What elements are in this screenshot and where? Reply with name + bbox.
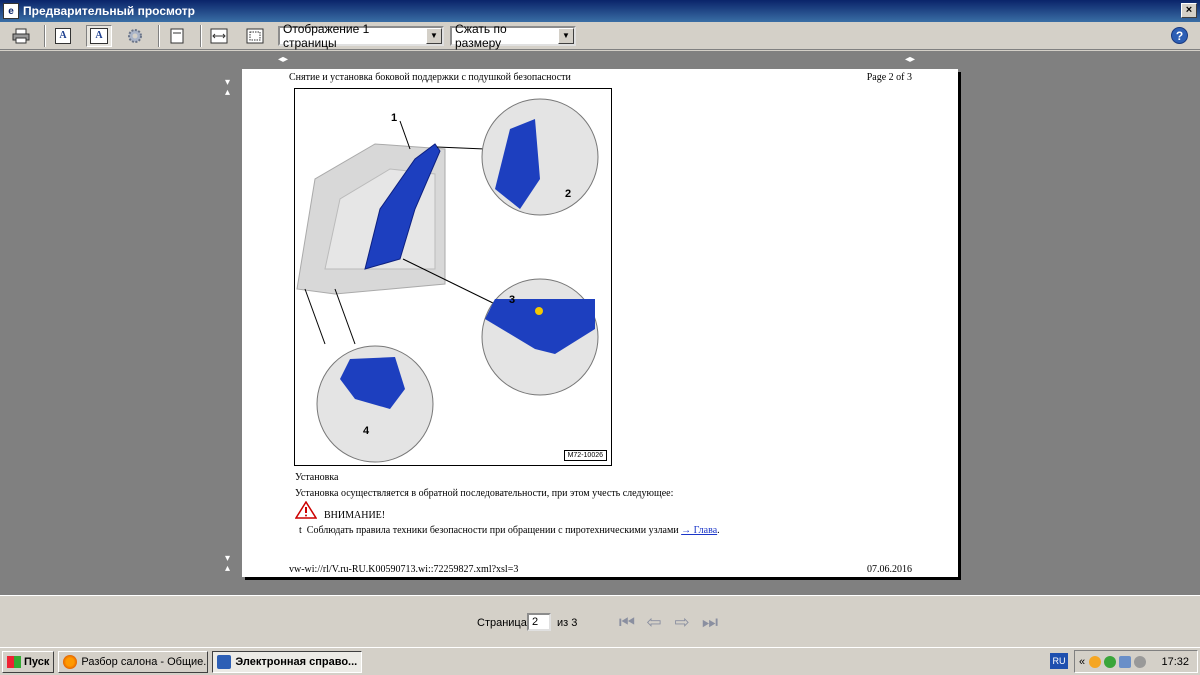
- start-button[interactable]: Пуск: [2, 650, 55, 673]
- gear-icon: [128, 28, 142, 43]
- window-title: Предварительный просмотр: [23, 4, 195, 18]
- page-header-title: Снятие и установка боковой поддержки с п…: [289, 72, 571, 83]
- task-label: Разбор салона - Общие...: [81, 655, 209, 668]
- preview-page: Снятие и установка боковой поддержки с п…: [242, 69, 958, 577]
- start-label: Пуск: [24, 655, 50, 668]
- settings-button[interactable]: [122, 25, 148, 47]
- security-icon[interactable]: [1089, 655, 1102, 668]
- close-button[interactable]: ×: [1181, 3, 1197, 18]
- fit-width-button[interactable]: [206, 25, 232, 47]
- callout-2: 2: [565, 188, 571, 200]
- bottom-margin-handle[interactable]: ▾ ▴: [225, 554, 230, 574]
- warning-icon: [295, 501, 317, 519]
- title-bar: e Предварительный просмотр ×: [0, 0, 1200, 22]
- warning-end: .: [717, 525, 720, 536]
- page-number-input[interactable]: 2: [527, 613, 551, 631]
- body-text: Установка осуществляется в обратной посл…: [295, 488, 674, 499]
- page-navigation: Страница 2 из 3 ⏮ ⇦ ⇨ ⏭: [0, 595, 1200, 647]
- figure-code: M72-10026: [563, 450, 607, 461]
- app-icon: [217, 654, 232, 669]
- taskbar: Пуск Разбор салона - Общие... Электронна…: [0, 647, 1200, 675]
- toolbar-separator: [158, 24, 160, 47]
- chevron-down-icon[interactable]: ▼: [426, 27, 442, 44]
- callout-1: 1: [391, 112, 397, 124]
- page-footer-url: vw-wi://rl/V.ru-RU.K00590713.wi::7225982…: [289, 564, 519, 575]
- bullet-marker: t: [299, 525, 302, 536]
- warning-title: ВНИМАНИЕ!: [324, 510, 386, 521]
- taskbar-item-reference[interactable]: Электронная справо...: [212, 650, 363, 673]
- landscape-button[interactable]: A: [86, 24, 112, 47]
- technical-illustration: 1 2 3 4 M72-10026: [294, 88, 612, 466]
- previous-page-icon[interactable]: ⇦: [643, 611, 665, 633]
- firefox-icon: [63, 654, 78, 669]
- top-margin-handle[interactable]: ▾ ▴: [225, 78, 230, 98]
- next-page-icon[interactable]: ⇨: [671, 611, 693, 633]
- toolbar-separator: [200, 24, 202, 47]
- task-label: Электронная справо...: [235, 655, 358, 668]
- print-button[interactable]: [8, 25, 34, 47]
- warning-text: Соблюдать правила техники безопасности п…: [306, 525, 679, 536]
- taskbar-item-browser[interactable]: Разбор салона - Общие...: [58, 650, 209, 673]
- fit-width-icon: [210, 28, 228, 43]
- zoom-value: Сжать по размеру: [455, 21, 507, 50]
- fit-page-icon: [246, 28, 264, 43]
- language-indicator[interactable]: RU: [1050, 653, 1068, 669]
- clock: 17:32: [1161, 655, 1189, 668]
- page-header-number: Page 2 of 3: [866, 72, 912, 83]
- zoom-select[interactable]: Сжать по размеру ▼: [450, 22, 576, 50]
- landscape-page-icon: A: [90, 27, 108, 44]
- right-margin-handle[interactable]: ◂▸: [905, 55, 915, 65]
- page-label: Страница: [477, 617, 527, 629]
- page-footer-date: 07.06.2016: [867, 564, 912, 575]
- toolbar: A A Отображение 1 страницы ▼ Сжать по ра…: [0, 22, 1200, 50]
- system-tray: « 17:32: [1074, 650, 1198, 673]
- toolbar-separator: [44, 24, 46, 47]
- last-page-icon[interactable]: ⏭: [699, 611, 721, 633]
- expand-tray-icon[interactable]: «: [1079, 656, 1085, 668]
- callout-4: 4: [363, 425, 370, 437]
- printer-icon: [12, 28, 30, 43]
- windows-logo-icon: [7, 655, 21, 668]
- left-margin-handle[interactable]: ◂▸: [278, 55, 288, 65]
- page-setup-button[interactable]: [164, 25, 190, 47]
- portrait-button[interactable]: A: [50, 25, 76, 47]
- warning-line: t Соблюдать правила техники безопасности…: [299, 525, 720, 536]
- page-display-select[interactable]: Отображение 1 страницы ▼: [278, 22, 444, 50]
- first-page-icon[interactable]: ⏮: [616, 611, 638, 633]
- help-icon[interactable]: ?: [1171, 27, 1188, 44]
- chapter-link[interactable]: → Глава: [681, 525, 717, 536]
- illustration-drawing: 1 2 3 4: [296, 98, 599, 463]
- section-title: Установка: [295, 472, 339, 483]
- volume-icon[interactable]: [1134, 655, 1147, 668]
- callout-3: 3: [509, 294, 515, 306]
- network-icon[interactable]: [1119, 655, 1132, 668]
- fit-page-button[interactable]: [242, 25, 268, 47]
- portrait-page-icon: A: [55, 27, 71, 44]
- chevron-down-icon[interactable]: ▼: [558, 27, 574, 44]
- preview-area[interactable]: ◂▸ ◂▸ ▾ ▴ ▾ ▴ Снятие и установка боковой п…: [0, 51, 1200, 595]
- update-icon[interactable]: [1104, 655, 1117, 668]
- page-count-label: из 3: [557, 617, 578, 629]
- app-icon: e: [3, 3, 19, 19]
- page-setup-icon: [170, 28, 184, 43]
- page-display-value: Отображение 1 страницы: [283, 21, 370, 50]
